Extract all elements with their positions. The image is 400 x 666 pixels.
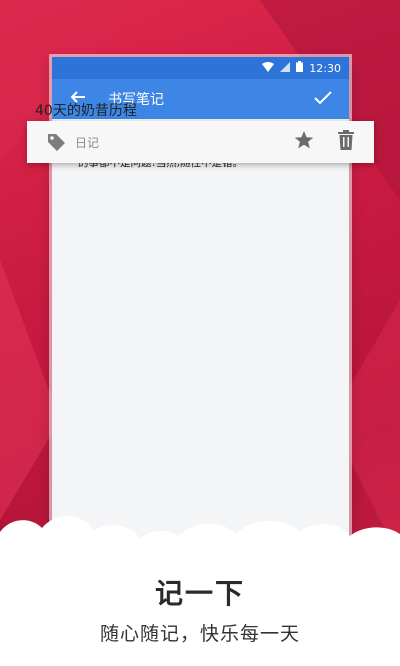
note-title[interactable]: 40天的奶昔历程 <box>35 100 137 120</box>
status-time: 12:30 <box>309 61 341 75</box>
favorite-button[interactable] <box>290 128 318 156</box>
trash-icon <box>338 130 354 154</box>
star-icon <box>294 130 314 154</box>
delete-button[interactable] <box>332 128 360 156</box>
signal-icon <box>280 61 291 75</box>
status-bar: 12:30 <box>52 57 349 79</box>
note-editor[interactable] <box>52 119 349 557</box>
tag-label[interactable]: 日记 <box>75 134 290 151</box>
check-icon <box>314 90 332 109</box>
wifi-icon <box>262 61 275 75</box>
promo-subheadline: 随心随记，快乐每一天 <box>99 623 300 645</box>
battery-icon <box>296 61 304 75</box>
tag-bar: 日记 <box>27 121 374 163</box>
tag-icon <box>45 131 67 153</box>
save-button[interactable] <box>303 79 343 119</box>
promo-headline: 记一下 <box>154 577 245 610</box>
page-title: 书写笔记 <box>108 92 164 108</box>
